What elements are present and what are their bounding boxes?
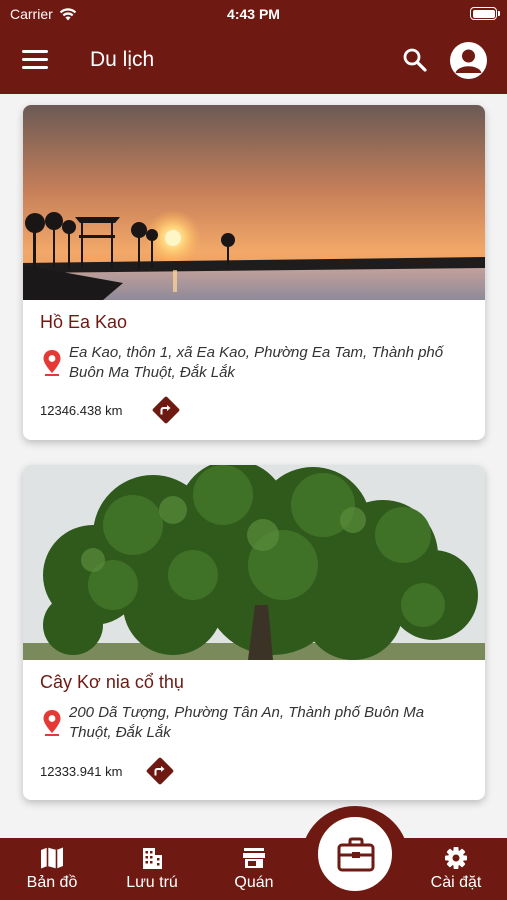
travel-fab-button[interactable] [315, 814, 395, 894]
place-card[interactable]: Hồ Ea Kao Ea Kao, thôn 1, xã Ea Kao, Phư… [23, 105, 485, 440]
status-bar: Carrier 4:43 PM [0, 0, 507, 28]
tab-label: Quán [234, 874, 274, 891]
search-icon[interactable] [402, 47, 428, 73]
place-address: Ea Kao, thôn 1, xã Ea Kao, Phường Ea Tam… [69, 344, 444, 381]
status-time: 4:43 PM [227, 6, 280, 22]
tab-label: Lưu trú [126, 874, 178, 891]
directions-icon[interactable] [151, 395, 181, 425]
tab-label: Cài đặt [430, 874, 482, 891]
bottom-tab-bar: Bản đồ Lưu trú Quán Cài đặt [0, 838, 507, 900]
gear-icon [445, 847, 467, 869]
place-name: Cây Kơ nia cổ thụ [40, 672, 184, 692]
battery-icon [470, 7, 500, 20]
place-photo [23, 465, 485, 660]
tab-map[interactable]: Bản đồ [12, 838, 92, 900]
place-card[interactable]: Cây Kơ nia cổ thụ 200 Dã Tượng, Phường T… [23, 465, 485, 800]
store-icon [243, 848, 265, 868]
place-distance: 12333.941 km [40, 764, 123, 779]
tab-settings[interactable]: Cài đặt [416, 838, 496, 900]
directions-icon[interactable] [145, 756, 175, 786]
tab-shops[interactable]: Quán [214, 838, 294, 900]
location-pin-icon [43, 710, 61, 736]
tab-label: Bản đồ [26, 874, 78, 891]
place-name: Hồ Ea Kao [40, 312, 128, 332]
briefcase-icon [337, 837, 375, 872]
place-photo [23, 105, 485, 300]
map-icon [41, 847, 63, 869]
app-bar: Carrier 4:43 PM Du lịch [0, 0, 507, 94]
account-icon[interactable] [450, 42, 487, 79]
location-pin-icon [43, 350, 61, 376]
tab-lodging[interactable]: Lưu trú [112, 838, 192, 900]
place-address: 200 Dã Tượng, Phường Tân An, Thành phố B… [69, 704, 425, 741]
place-distance: 12346.438 km [40, 403, 123, 418]
page-title: Du lịch [90, 48, 155, 71]
building-icon [143, 848, 162, 869]
menu-button[interactable] [22, 50, 48, 70]
